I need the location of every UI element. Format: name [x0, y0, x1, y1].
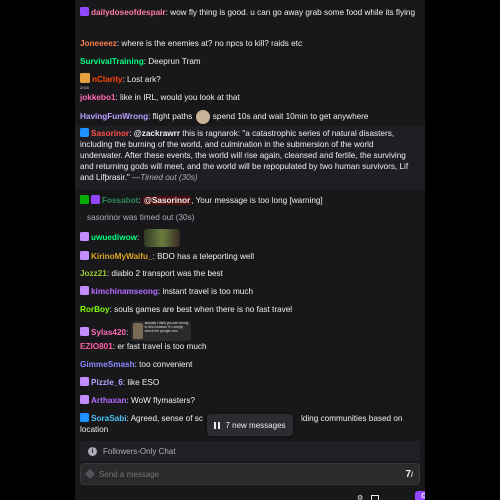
chat-username[interactable]: GimmeSmash [80, 360, 135, 369]
chat-input[interactable] [95, 468, 406, 480]
chat-mention[interactable]: @Sasorinor [142, 196, 192, 205]
chat-text: : like ESO [122, 378, 160, 387]
chat-text: : [126, 328, 129, 337]
subscriber-badge-icon [80, 377, 89, 386]
subscriber-badge-icon [80, 232, 89, 242]
chat-text: : BDO has a teleporting well [152, 252, 255, 261]
chat-text: : diablo 2 transport was the best [106, 269, 223, 278]
chat-text: : wow fly thing is good. u can go away g… [165, 8, 416, 17]
chat-message: GimmeSmash: too convenient [80, 359, 418, 370]
chat-send-button[interactable]: Chat [415, 491, 425, 500]
chat-username[interactable]: Jozz21 [80, 269, 107, 278]
chat-message: Jozz21: diablo 2 transport was the best [80, 268, 418, 279]
moderator-badge-icon [80, 195, 89, 204]
chat-text: : like in IRL, would you look at that [115, 93, 240, 102]
chat-message: Joneeeez: where is the enemies at? no np… [80, 38, 418, 49]
chat-username[interactable]: HavingFunWrong [80, 112, 148, 121]
chat-settings-icon[interactable] [371, 495, 379, 500]
meme-emote-icon: actually i think you are wrong in this i… [130, 321, 191, 341]
followers-only-banner: i Followers-Only Chat [80, 441, 420, 461]
prime-badge-icon [80, 413, 89, 422]
chat-message: SurvivalTraining: Deeprun Tram [80, 56, 418, 67]
followers-only-label: Followers-Only Chat [103, 446, 176, 456]
timeout-notice: —Timed out (30s) [129, 173, 198, 182]
chat-mention[interactable]: @zackrawrr [134, 129, 180, 138]
settings-gear-icon[interactable]: ⚙ [357, 494, 363, 500]
pause-icon [214, 421, 221, 429]
chat-text: : Agreed, sense of sc [126, 414, 203, 423]
chat-username[interactable]: Joneeeez [80, 39, 117, 48]
face-emote-icon [195, 110, 210, 124]
chat-username[interactable]: Pizzle_6 [91, 378, 123, 387]
chat-username[interactable]: SoraSabi [91, 414, 127, 423]
chat-message: RorBoy: souls games are best when there … [80, 304, 418, 315]
chat-username[interactable]: kimchinamseong [91, 287, 158, 296]
chat-message-list: dailydoseofdespair: wow fly thing is goo… [75, 0, 425, 440]
chat-message: kimchinamseong: instant travel is too mu… [80, 286, 418, 297]
chat-username[interactable]: dailydoseofdespair [91, 8, 166, 17]
chat-message: uwuediwow: [80, 229, 418, 247]
subscriber-badge-icon [80, 395, 89, 404]
chat-username[interactable]: EZIO801 [80, 342, 113, 351]
hamster-emote-icon [143, 229, 180, 247]
system-message: sasorinor was timed out (30s) [87, 213, 195, 222]
chat-username[interactable]: jokkebo1 [80, 93, 116, 102]
chat-text: : flight paths [148, 112, 193, 122]
chat-message: nClarity: Lost ark? 2016 [80, 73, 418, 90]
chat-text: : instant travel is too much [157, 287, 253, 296]
subscriber-badge-icon [80, 286, 89, 295]
bits-icon[interactable] [85, 469, 95, 479]
chat-username[interactable]: nClarity [92, 75, 122, 84]
chat-text: : Lost ark? [122, 75, 161, 84]
new-messages-label: 7 new messages [225, 420, 286, 430]
chat-text: : souls games are best when there is no … [109, 305, 293, 314]
subscriber-badge-icon [80, 327, 89, 336]
chat-text: : Deeprun Tram [143, 57, 201, 66]
chat-username[interactable]: Sasorinor [91, 129, 129, 138]
chat-text: , Your message is too long [warning] [191, 196, 323, 205]
chat-message: Sasorinor: @zackrawrr this is ragnarok: … [80, 128, 409, 182]
chat-text: : where is the enemies at? no npcs to ki… [116, 39, 303, 48]
chat-text: : too convenient [134, 360, 193, 369]
prime-badge-icon [80, 128, 89, 137]
chat-username[interactable]: RorBoy [80, 305, 110, 314]
chat-text: : [136, 233, 140, 243]
chat-panel: dailydoseofdespair: wow fly thing is goo… [75, 0, 425, 500]
chat-username[interactable]: Sylas420 [91, 328, 126, 337]
subscriber-badge-icon [80, 7, 89, 16]
chat-message: Fossabot: @Sasorinor, Your message is to… [80, 195, 418, 206]
new-messages-button[interactable]: 7 new messages [207, 414, 293, 436]
chat-username[interactable]: Arthaxan [91, 396, 127, 405]
emote-picker-icon[interactable]: 7/ [405, 469, 413, 480]
chat-text: : WoW flymasters? [126, 396, 196, 405]
meme-caption: actually i think you are wrong in this i… [144, 321, 189, 333]
chat-username[interactable]: SurvivalTraining [80, 57, 144, 66]
chat-message: Arthaxan: WoW flymasters? [80, 395, 418, 406]
chat-input-box[interactable]: 7/ [80, 463, 420, 485]
subscriber-badge-icon [80, 251, 89, 260]
chat-message: HavingFunWrong: flight paths spend 10s a… [80, 110, 418, 124]
chat-message: EZIO801: er fast travel is too much [80, 341, 418, 352]
chat-text: spend 10s and wait 10min to get anywhere [212, 112, 369, 122]
chat-username[interactable]: Fossabot [102, 196, 138, 205]
chat-text: : er fast travel is too much [112, 342, 207, 351]
verified-bot-badge-icon [91, 195, 100, 204]
chat-message: Pizzle_6: like ESO [80, 377, 418, 388]
chat-username[interactable]: KirinoMyWaifu_ [91, 252, 153, 261]
chat-message: KirinoMyWaifu_: BDO has a teleporting we… [80, 251, 418, 262]
chat-username[interactable]: uwuediwow [91, 233, 137, 242]
chat-message: Sylas420: actually i think you are wrong… [80, 321, 418, 341]
info-icon: i [88, 446, 97, 456]
meme-face-icon [132, 323, 143, 339]
chat-message: dailydoseofdespair: wow fly thing is goo… [80, 7, 418, 18]
chat-message: jokkebo1: like in IRL, would you look at… [80, 92, 418, 103]
